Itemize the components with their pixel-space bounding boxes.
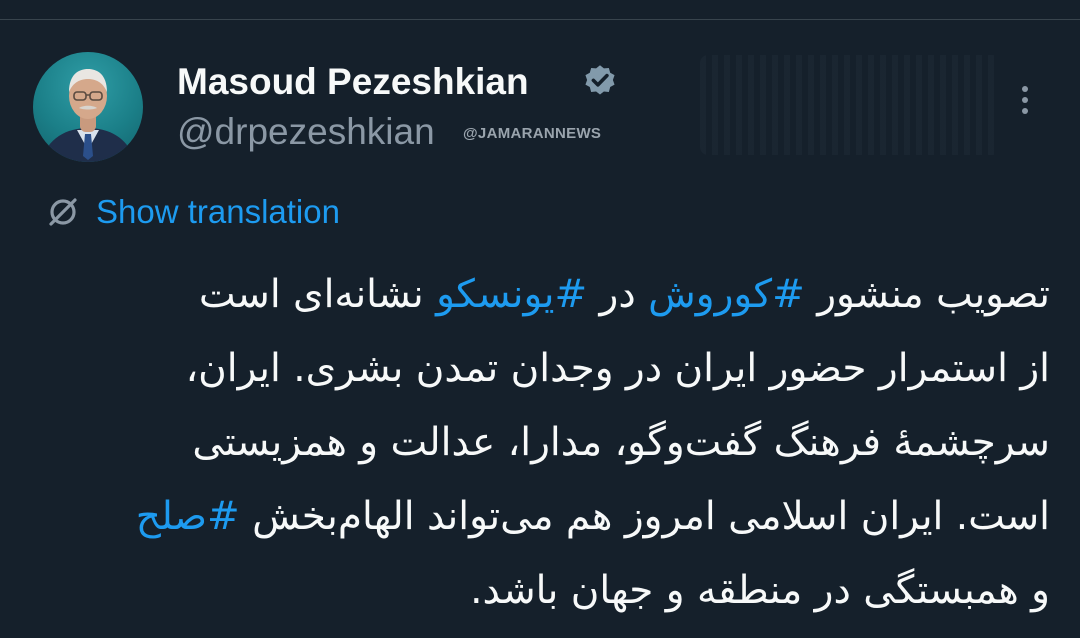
hashtag-link[interactable]: #یونسکو — [436, 272, 587, 317]
hashtag-link[interactable]: #کوروش — [648, 272, 805, 317]
tweet-text-line: تصویب منشور #کوروش در #یونسکو نشانه‌ای ا… — [30, 258, 1050, 332]
blurred-region — [700, 55, 1000, 155]
more-vertical-icon-dot — [1022, 97, 1028, 103]
avatar[interactable] — [33, 52, 143, 162]
tweet-text-segment: در — [587, 272, 649, 317]
top-divider — [0, 19, 1080, 20]
tweet-text: تصویب منشور #کوروش در #یونسکو نشانه‌ای ا… — [30, 258, 1050, 628]
tweet-text-segment: تصویب منشور — [804, 272, 1050, 317]
watermark-label: @JAMARANNEWS — [463, 125, 602, 142]
tweet-text-segment: و همبستگی در منطقه و جهان باشد. — [470, 568, 1050, 613]
tweet-text-line: از استمرار حضور ایران در وجدان تمدن بشری… — [30, 332, 1050, 406]
avatar-portrait-icon — [41, 69, 135, 162]
verified-badge-icon — [585, 65, 615, 95]
tweet-text-segment: از استمرار حضور ایران در وجدان تمدن بشری… — [185, 346, 1050, 391]
tweet-text-segment: نشانه‌ای است — [198, 272, 437, 317]
more-vertical-icon-dot — [1022, 108, 1028, 114]
tweet-text-line: و همبستگی در منطقه و جهان باشد. — [30, 554, 1050, 628]
tweet-text-segment: سرچشمهٔ فرهنگ گفت‌وگو، مدارا، عدالت و هم… — [192, 420, 1050, 465]
show-translation-label: Show translation — [96, 193, 340, 230]
hashtag-link[interactable]: #صلح — [136, 494, 240, 539]
tweet-text-segment: است. ایران اسلامی امروز هم می‌تواند الها… — [239, 494, 1050, 539]
tweet-text-line: است. ایران اسلامی امروز هم می‌تواند الها… — [30, 480, 1050, 554]
tweet-text-line: سرچشمهٔ فرهنگ گفت‌وگو، مدارا، عدالت و هم… — [30, 406, 1050, 480]
display-name[interactable]: Masoud Pezeshkian — [177, 58, 529, 106]
tweet-card: Masoud Pezeshkian @drpezeshkian @JAMARAN… — [0, 0, 1080, 638]
more-vertical-icon — [1022, 86, 1028, 92]
show-translation-button[interactable]: Show translation — [44, 190, 340, 234]
author-handle[interactable]: @drpezeshkian — [177, 108, 435, 156]
globe-strike-icon — [49, 198, 77, 226]
more-options-button[interactable] — [1008, 78, 1042, 122]
